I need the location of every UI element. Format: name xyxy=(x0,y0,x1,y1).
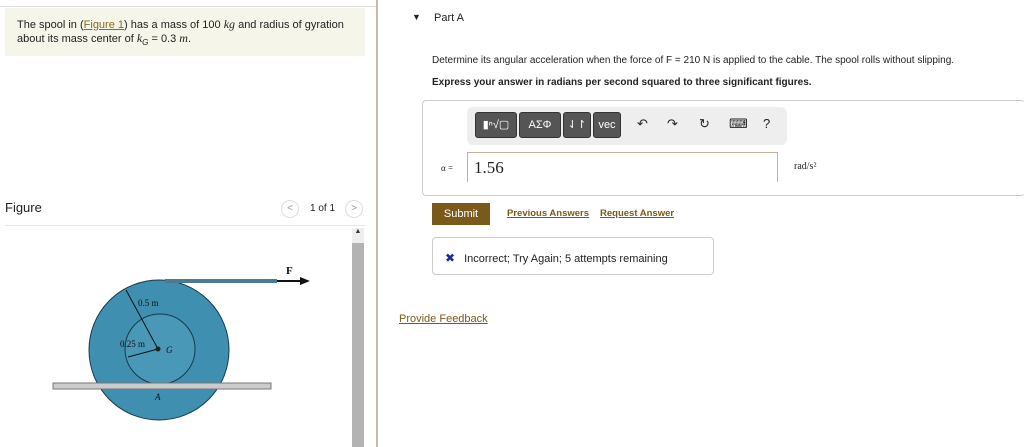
rail xyxy=(52,382,272,390)
text: ) has a mass of 100 xyxy=(124,19,224,31)
unit: kg xyxy=(223,17,236,31)
force-label: F xyxy=(286,265,293,277)
reset-icon[interactable]: ↻ xyxy=(699,116,710,132)
next-figure-button[interactable]: > xyxy=(345,200,363,218)
figure-pager: 1 of 1 xyxy=(310,203,336,214)
figure-link[interactable]: Figure 1 xyxy=(84,19,124,31)
variable-label: α = xyxy=(441,163,454,173)
help-icon[interactable]: ? xyxy=(763,116,770,131)
spool-figure: F 0.5 m 0.25 m G A xyxy=(52,265,310,421)
units-label: rad/s² xyxy=(794,161,817,172)
scrollbar-thumb[interactable] xyxy=(352,243,364,447)
vec-button[interactable]: vec xyxy=(593,112,621,138)
math-toolbar: ▮ⁿ√▢ ΑΣΦ ⇃↾ vec ↶ ↷ ↻ ⌨ ? xyxy=(467,107,787,145)
text: = 0.3 xyxy=(148,33,180,45)
outer-radius-label: 0.5 m xyxy=(138,298,159,308)
arrows-button[interactable]: ⇃↾ xyxy=(563,112,591,138)
feedback-message: ✖ Incorrect; Try Again; 5 attempts remai… xyxy=(432,237,714,275)
text: The spool in ( xyxy=(17,19,84,31)
keyboard-icon[interactable]: ⌨ xyxy=(729,116,748,132)
instruction-text: Express your answer in radians per secon… xyxy=(432,77,812,88)
incorrect-icon: ✖ xyxy=(445,251,456,265)
part-title: Part A xyxy=(434,12,464,24)
problem-statement: The spool in (Figure 1) has a mass of 10… xyxy=(5,8,365,56)
text: . xyxy=(187,33,192,45)
cable xyxy=(165,279,277,283)
redo-icon[interactable]: ↷ xyxy=(667,116,678,132)
center-point xyxy=(155,346,161,352)
feedback-text: Incorrect; Try Again; 5 attempts remaini… xyxy=(464,253,668,265)
submit-button[interactable]: Submit xyxy=(432,203,490,225)
collapse-caret-icon[interactable]: ▼ xyxy=(412,12,421,22)
scroll-up-icon[interactable]: ▲ xyxy=(352,228,364,235)
request-answer-link[interactable]: Request Answer xyxy=(600,208,674,219)
unit: m xyxy=(179,31,188,45)
a-label: A xyxy=(154,392,161,402)
force-arrow xyxy=(300,277,310,285)
greek-button[interactable]: ΑΣΦ xyxy=(519,112,561,138)
inner-radius-label: 0.25 m xyxy=(120,339,145,349)
templates-button[interactable]: ▮ⁿ√▢ xyxy=(475,112,517,138)
prev-figure-button[interactable]: < xyxy=(281,200,299,218)
g-label: G xyxy=(166,345,173,355)
answer-input[interactable]: 1.56 xyxy=(467,152,778,182)
divider xyxy=(0,6,376,7)
undo-icon[interactable]: ↶ xyxy=(637,116,648,132)
text: about its mass center of xyxy=(17,33,137,45)
figure-title: Figure xyxy=(5,200,42,215)
provide-feedback-link[interactable]: Provide Feedback xyxy=(399,313,488,325)
question-text: Determine its angular acceleration when … xyxy=(432,55,955,66)
pane-divider[interactable] xyxy=(376,0,378,447)
previous-answers-link[interactable]: Previous Answers xyxy=(507,208,589,219)
text: and radius of gyration xyxy=(235,19,344,31)
